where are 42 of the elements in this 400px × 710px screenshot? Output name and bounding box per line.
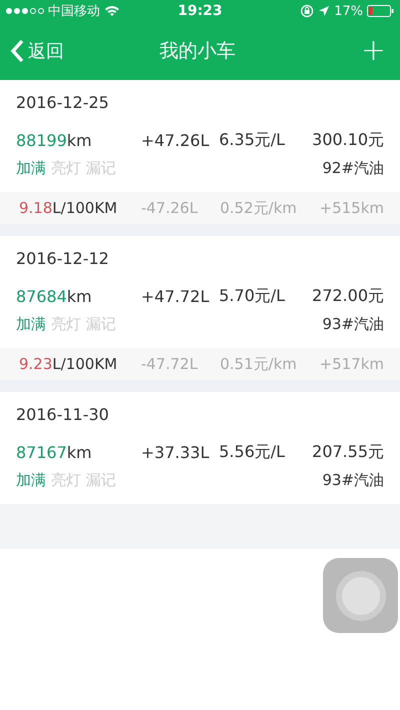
fuel-used: -47.26L	[141, 199, 199, 217]
distance-driven: +515km	[320, 199, 384, 217]
fuel-volume: +47.26L	[141, 131, 210, 150]
fill-tag[interactable]: 加满	[16, 471, 46, 490]
fuel-volume: +37.33L	[141, 443, 210, 462]
fuel-volume: +47.72L	[141, 287, 210, 306]
record-date: 2016-12-12	[16, 249, 110, 270]
odometer-reading: 88199km	[16, 131, 93, 150]
distance-driven: +517km	[320, 355, 384, 373]
status-time: 19:23	[178, 3, 222, 19]
fill-tag[interactable]: 加满	[16, 159, 46, 178]
odometer-reading: 87684km	[16, 287, 93, 306]
fuel-grade: 93#汽油	[322, 315, 384, 334]
fuel-used: -47.72L	[141, 355, 199, 373]
back-button[interactable]: 返回	[10, 39, 64, 63]
rotation-lock-icon	[300, 4, 314, 18]
odometer-reading: 87167km	[16, 443, 93, 462]
total-cost: 207.55元	[312, 442, 384, 463]
fuel-consumption: 9.18L/100KM	[19, 199, 118, 217]
cost-per-km: 0.52元/km	[220, 198, 298, 218]
page-title: 我的小车	[158, 39, 236, 64]
record-date: 2016-11-30	[16, 405, 110, 426]
battery-percent: 17%	[334, 4, 364, 18]
fuel-grade: 92#汽油	[322, 159, 384, 178]
battery-icon	[367, 5, 394, 17]
fill-tag[interactable]: 加满	[16, 315, 46, 334]
total-cost: 300.10元	[312, 130, 384, 151]
carrier-name: 中国移动	[48, 3, 100, 20]
unit-price: 5.70元/L	[219, 286, 286, 307]
signal-icon	[6, 8, 44, 14]
wifi-icon	[104, 5, 120, 17]
back-chevron-icon	[10, 39, 24, 63]
record-date: 2016-12-25	[16, 93, 110, 114]
fuel-consumption: 9.23L/100KM	[19, 355, 118, 373]
add-button[interactable]: +	[360, 36, 386, 66]
location-arrow-icon	[318, 5, 330, 17]
unit-price: 5.56元/L	[219, 442, 286, 463]
fuel-grade: 93#汽油	[322, 471, 384, 490]
unit-price: 6.35元/L	[219, 130, 286, 151]
cost-per-km: 0.51元/km	[220, 354, 298, 374]
total-cost: 272.00元	[312, 286, 384, 307]
assistive-touch-button[interactable]	[323, 558, 398, 633]
